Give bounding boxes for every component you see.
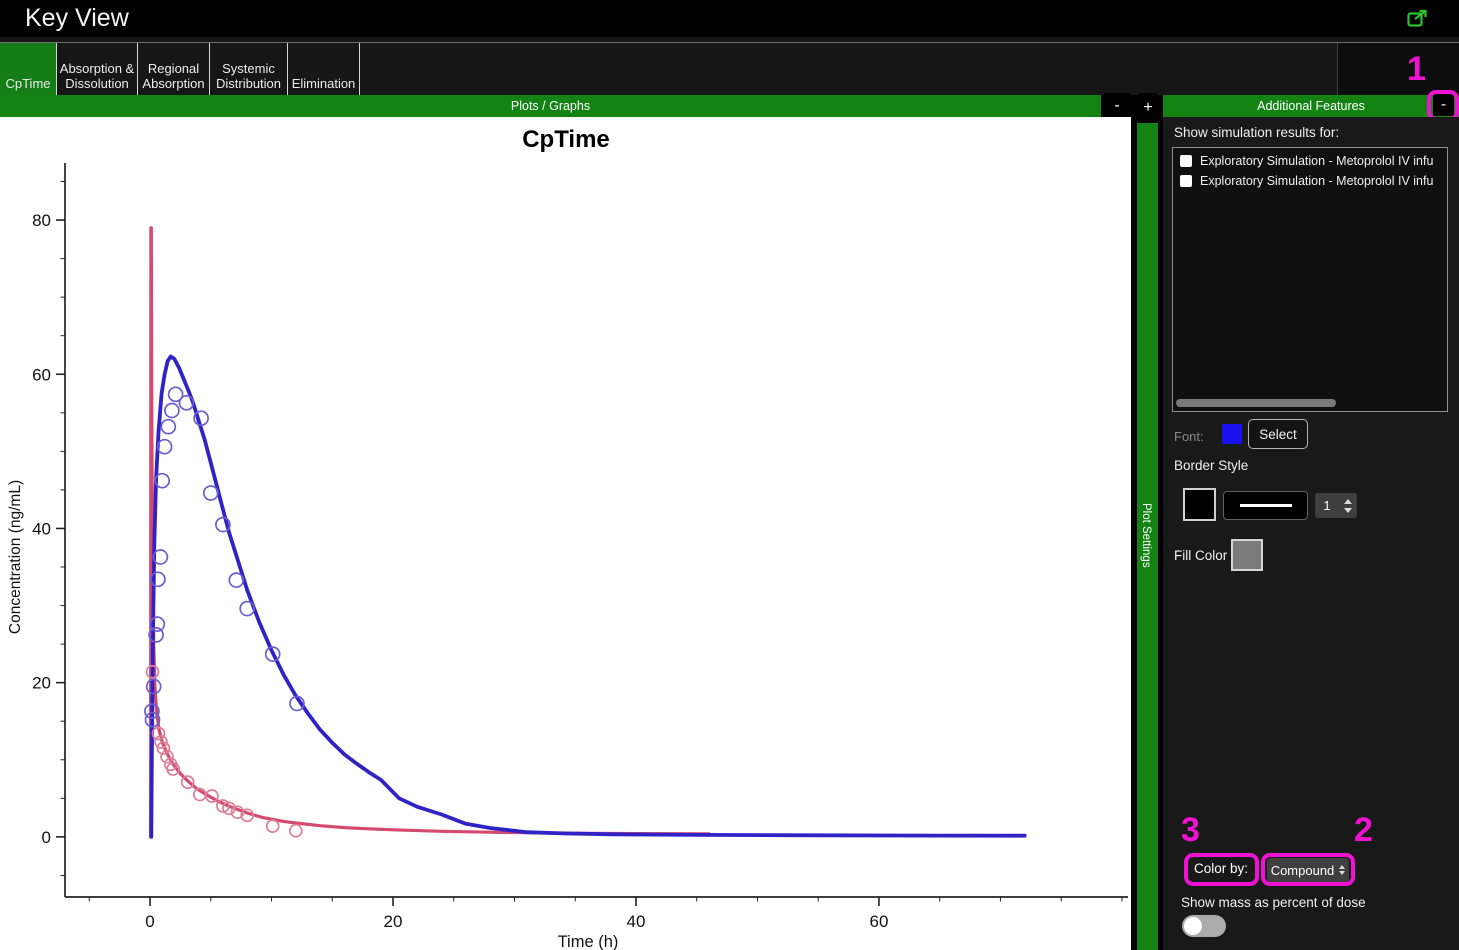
font-label: Font: (1174, 429, 1204, 444)
tab-cptime[interactable]: CpTime (0, 43, 57, 95)
border-width-spinner[interactable]: 1 (1315, 493, 1357, 518)
annotation-number-2: 2 (1354, 811, 1373, 849)
simulation-list-item[interactable]: Exploratory Simulation - Metoprolol IV i… (1173, 172, 1447, 190)
simulation-label: Exploratory Simulation - Metoprolol IV i… (1200, 154, 1434, 168)
simulation-list: Exploratory Simulation - Metoprolol IV i… (1172, 147, 1448, 412)
plot-settings-strip[interactable]: Plot Settings (1137, 123, 1158, 950)
border-width-value: 1 (1323, 498, 1331, 513)
spinner-up-icon[interactable] (1344, 498, 1352, 504)
fill-color-label: Fill Color (1174, 548, 1228, 563)
color-by-dropdown[interactable]: Compound (1267, 858, 1349, 882)
window-title: Key View (25, 4, 129, 32)
tab-systemic-distribution[interactable]: Systemic Distribution (210, 43, 288, 95)
key-view-window: Key View CpTime Absorption & Dissolution… (0, 0, 1459, 950)
spinner-down-icon[interactable] (1344, 507, 1352, 513)
simulation-checkbox[interactable] (1180, 155, 1192, 167)
svg-text:20: 20 (384, 912, 403, 931)
show-mass-label: Show mass as percent of dose (1181, 895, 1366, 910)
cptime-chart: 0 20 40 60 0 20 40 60 80 CpTime Time (h) Concentrat… (7, 126, 1128, 950)
plot-settings-expand-button[interactable]: + (1139, 93, 1157, 123)
border-color-swatch[interactable] (1183, 488, 1216, 521)
svg-text:0: 0 (145, 912, 154, 931)
svg-text:60: 60 (869, 912, 888, 931)
list-horizontal-scrollbar[interactable] (1176, 399, 1444, 407)
simulation-checkbox[interactable] (1180, 175, 1192, 187)
tab-regional-absorption[interactable]: Regional Absorption (138, 43, 210, 95)
title-bar: Key View (0, 0, 1459, 37)
top-right-panel-area (1337, 43, 1459, 95)
dropdown-updown-icon (1339, 865, 1346, 875)
additional-features-header: Additional Features (1163, 95, 1459, 117)
fill-color-swatch[interactable] (1231, 539, 1263, 571)
font-color-swatch[interactable] (1222, 424, 1242, 444)
simulation-list-item[interactable]: Exploratory Simulation - Metoprolol IV i… (1173, 152, 1447, 170)
tab-elimination[interactable]: Elimination (288, 43, 360, 95)
font-select-button[interactable]: Select (1248, 419, 1308, 449)
annotation-number-3: 3 (1181, 811, 1200, 849)
plots-graphs-title: Plots / Graphs (510, 99, 591, 113)
plot-settings-strip-label: Plot Settings (1140, 503, 1152, 568)
show-results-label: Show simulation results for: (1174, 125, 1340, 140)
additional-features-collapse-button[interactable]: - (1433, 95, 1454, 116)
toggle-knob (1184, 917, 1202, 935)
show-mass-toggle[interactable] (1182, 915, 1226, 937)
svg-text:0: 0 (42, 828, 51, 847)
tab-absorption-dissolution[interactable]: Absorption & Dissolution (57, 43, 138, 95)
svg-text:60: 60 (32, 365, 51, 384)
additional-features-title: Additional Features (1257, 99, 1365, 113)
svg-text:Concentration (ng/mL): Concentration (ng/mL) (7, 480, 24, 634)
color-by-value: Compound (1270, 862, 1335, 878)
svg-text:CpTime: CpTime (522, 126, 610, 153)
plot-pane: 0 20 40 60 0 20 40 60 80 CpTime Time (h) Concentrat… (0, 117, 1131, 950)
svg-text:40: 40 (32, 519, 51, 538)
scrollbar-thumb[interactable] (1176, 399, 1336, 407)
border-style-label: Border Style (1174, 458, 1249, 473)
additional-features-panel: Show simulation results for: Exploratory… (1163, 117, 1459, 950)
color-by-label: Color by: (1194, 861, 1249, 876)
line-style-sample (1239, 504, 1292, 507)
svg-text:20: 20 (32, 674, 51, 693)
svg-text:Time (h): Time (h) (558, 933, 619, 950)
export-share-icon[interactable] (1407, 9, 1429, 33)
annotation-number-1: 1 (1407, 50, 1426, 88)
svg-text:80: 80 (32, 211, 51, 230)
plots-collapse-button[interactable]: - (1104, 93, 1130, 118)
line-style-dropdown[interactable] (1223, 491, 1308, 520)
plots-graphs-header: Plots / Graphs (0, 95, 1101, 117)
tab-bar: CpTime Absorption & Dissolution Regional… (0, 37, 1459, 95)
simulation-label: Exploratory Simulation - Metoprolol IV i… (1200, 174, 1434, 188)
svg-text:40: 40 (627, 912, 646, 931)
